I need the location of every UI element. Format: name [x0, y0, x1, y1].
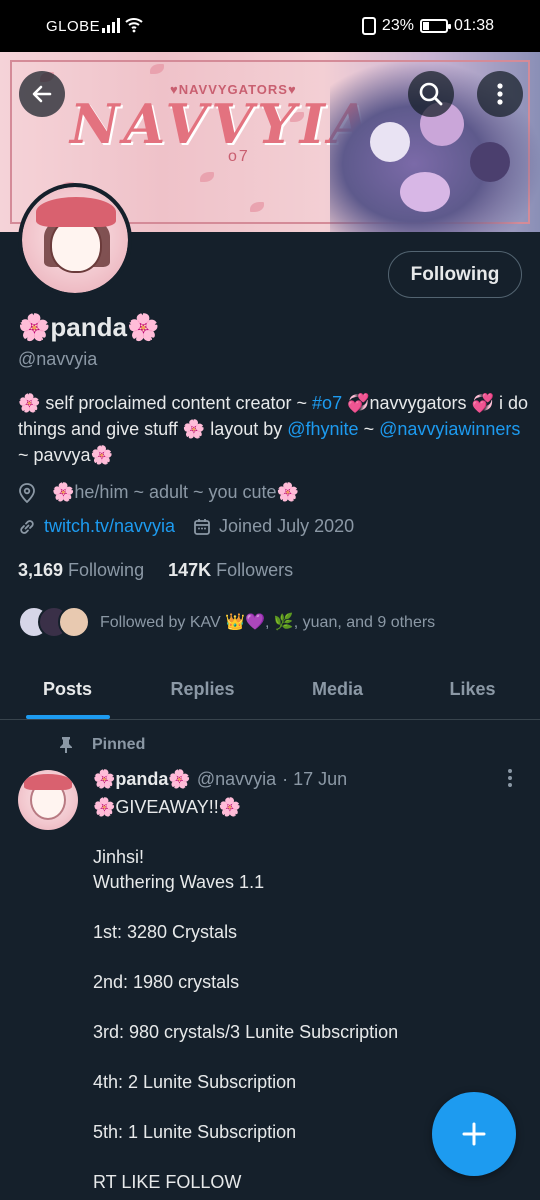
followers-count: 147K: [168, 560, 212, 580]
search-icon: [419, 82, 443, 106]
followers-label: Followers: [216, 560, 294, 580]
plus-icon: [462, 1122, 486, 1146]
post-header: 🌸panda🌸 @navvyia · 17 Jun: [93, 769, 347, 790]
wifi-icon: [125, 18, 143, 33]
more-vertical-icon: [497, 83, 503, 105]
post-line: Wuthering Waves 1.1: [93, 872, 265, 892]
battery-percent: 23%: [381, 17, 414, 34]
post-line: [93, 945, 513, 970]
post-line: [93, 820, 513, 845]
tab-posts[interactable]: Posts: [0, 660, 135, 719]
post-line: RT LIKE FOLLOW: [93, 1172, 242, 1192]
post-line: 2nd: 1980 crystals: [93, 972, 240, 992]
profile-handle: @navvyia: [18, 349, 98, 369]
following-count-link[interactable]: 3,169 Following: [18, 560, 144, 581]
post-line: [93, 1045, 513, 1070]
following-count: 3,169: [18, 560, 64, 580]
profile-avatar[interactable]: [18, 183, 132, 297]
post-more-icon[interactable]: [502, 768, 518, 788]
bio-text: ~ pavvya🌸: [18, 445, 113, 465]
signal-icon: [102, 17, 120, 33]
link-icon: [20, 519, 34, 534]
profile-tabs: Posts Replies Media Likes: [0, 660, 540, 720]
tab-media[interactable]: Media: [270, 660, 405, 719]
joined-date: Joined July 2020: [219, 516, 355, 536]
mention-link-fhynite[interactable]: @fhynite: [287, 419, 358, 439]
search-button[interactable]: [408, 71, 454, 117]
bio-text: 🌸 self proclaimed content creator ~: [18, 393, 313, 413]
back-button[interactable]: [19, 71, 65, 117]
pinned-indicator: Pinned: [58, 736, 145, 754]
back-arrow-icon: [32, 85, 52, 103]
carrier-label: GLOBE: [46, 18, 101, 35]
post-author-avatar[interactable]: [18, 770, 78, 830]
post-author-name[interactable]: 🌸panda🌸: [93, 769, 191, 790]
post-line: 3rd: 980 crystals/3 Lunite Subscription: [93, 1022, 399, 1042]
bio-text: ~: [358, 419, 380, 439]
hashtag-link[interactable]: #o7: [312, 393, 342, 413]
follow-counts: 3,169 Following 147K Followers: [18, 560, 293, 581]
more-options-button[interactable]: [477, 71, 523, 117]
post-line: 4th: 2 Lunite Subscription: [93, 1072, 297, 1092]
clock: 01:38: [453, 17, 494, 34]
post-line: Jinhsi!: [93, 847, 145, 867]
compose-button[interactable]: [432, 1092, 516, 1176]
post-date: · 17 Jun: [282, 769, 348, 789]
follower-avatar: [58, 606, 90, 638]
location-text: 🌸he/him ~ adult ~ you cute🌸: [52, 482, 299, 502]
website-link[interactable]: twitch.tv/navvyia: [44, 516, 175, 537]
battery-icon: [419, 19, 451, 33]
post-author-handle[interactable]: @navvyia: [197, 769, 276, 790]
tab-replies[interactable]: Replies: [135, 660, 270, 719]
post-line: 🌸GIVEAWAY!!🌸: [93, 797, 242, 817]
following-button[interactable]: Following: [388, 251, 522, 298]
tab-likes[interactable]: Likes: [405, 660, 540, 719]
status-bar: GLOBE 23% 01:38: [0, 0, 540, 52]
post-line: [93, 995, 513, 1020]
pin-icon: [60, 737, 72, 753]
followed-by[interactable]: Followed by KAV 👑💜, 🌿, yuan, and 9 other…: [18, 606, 435, 638]
profile-meta: twitch.tv/navvyia Joined July 2020: [18, 516, 354, 537]
post-line: [93, 895, 513, 920]
location-pin-icon: [19, 482, 35, 503]
vibrate-icon: [361, 17, 376, 35]
post-line: 1st: 3280 Crystals: [93, 922, 238, 942]
profile-name: 🌸panda🌸: [18, 312, 160, 342]
calendar-icon: [194, 518, 210, 535]
profile-location: 🌸he/him ~ adult ~ you cute🌸: [18, 482, 299, 503]
followers-count-link[interactable]: 147K Followers: [168, 560, 293, 581]
followed-by-text: Followed by KAV 👑💜, 🌿, yuan, and 9 other…: [100, 614, 436, 631]
pinned-label: Pinned: [92, 736, 146, 753]
profile-bio: 🌸 self proclaimed content creator ~ #o7 …: [18, 390, 528, 468]
following-label: Following: [68, 560, 145, 580]
banner-tag: o7: [228, 148, 250, 165]
mention-link-navvyiawinners[interactable]: @navvyiawinners: [379, 419, 520, 439]
